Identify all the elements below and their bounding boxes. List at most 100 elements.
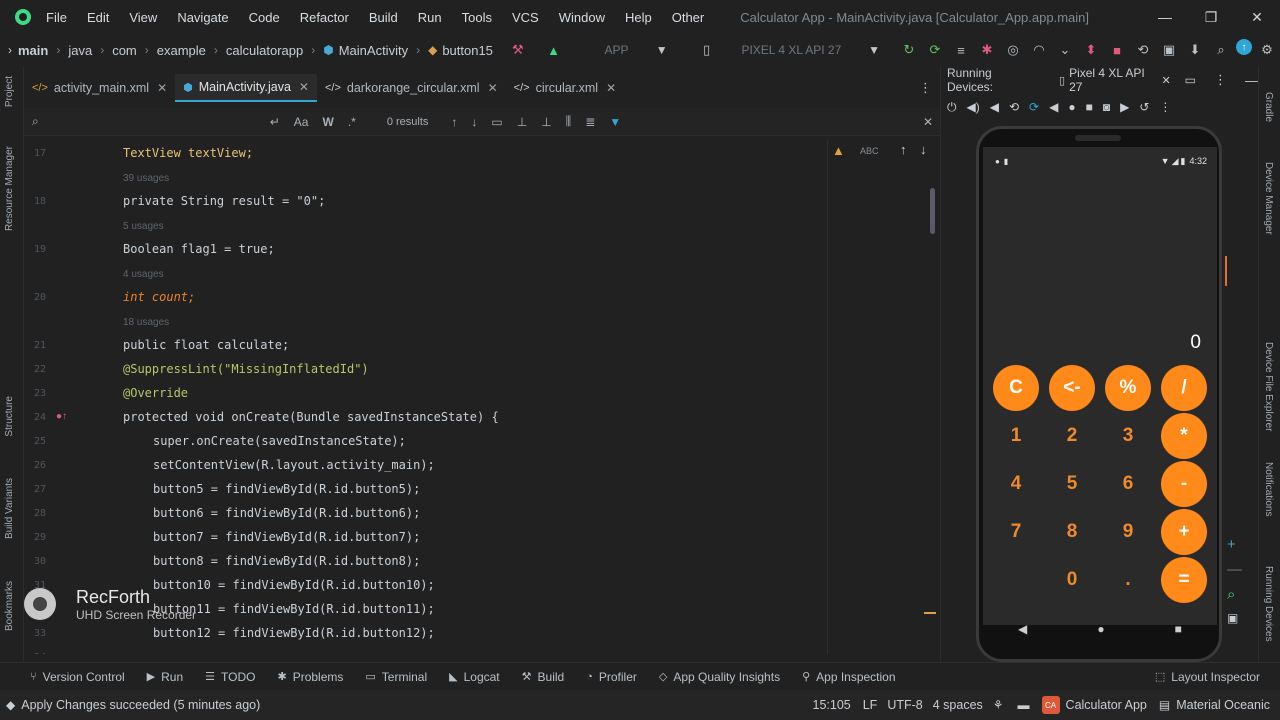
error-stripe-mark[interactable] — [924, 612, 936, 614]
digit-6-button[interactable]: 6 — [1105, 461, 1151, 507]
bookmarks-tool-label[interactable]: Bookmarks — [4, 581, 15, 631]
more-dropdown-icon[interactable]: ⌄ — [1054, 39, 1076, 61]
menu-other[interactable]: Other — [672, 10, 705, 25]
screen-record-icon[interactable]: ▶ — [1120, 100, 1129, 114]
caret-position[interactable]: 15:105 — [813, 698, 851, 712]
volume-up-icon[interactable]: ◀) — [967, 100, 980, 114]
breadcrumb-java[interactable]: java — [68, 43, 92, 58]
zoom-in-icon[interactable]: + — [1227, 536, 1242, 553]
stop-debug-icon[interactable]: ⬍ — [1080, 39, 1102, 61]
menu-vcs[interactable]: VCS — [512, 10, 539, 25]
line-separator[interactable]: LF — [863, 698, 878, 712]
close-find-icon[interactable]: ✕ — [923, 115, 933, 129]
tab-activity-main-xml[interactable]: </> activity_main.xml ✕ — [24, 74, 175, 102]
digit-7-button[interactable]: 7 — [993, 509, 1039, 555]
scroll-indicator[interactable] — [1225, 256, 1227, 286]
decimal-button[interactable]: . — [1105, 557, 1151, 603]
vertical-scrollbar[interactable] — [930, 188, 935, 234]
git-icon[interactable]: ⚘ — [993, 698, 1004, 712]
warning-icon[interactable]: ▲ — [832, 143, 845, 158]
project-name[interactable]: Calculator App — [1066, 698, 1147, 712]
close-icon[interactable]: ✕ — [299, 80, 309, 94]
home-icon[interactable]: ● — [1068, 100, 1075, 114]
clear-button[interactable]: C — [993, 365, 1039, 411]
digit-2-button[interactable]: 2 — [1049, 413, 1095, 459]
search-everywhere-icon[interactable]: ⌕ — [1210, 39, 1232, 61]
notifications-tool-label[interactable]: Notifications — [1263, 462, 1274, 516]
zoom-fit-icon[interactable]: ▣ — [1227, 611, 1242, 625]
digit-8-button[interactable]: 8 — [1049, 509, 1095, 555]
next-highlight-icon[interactable]: ↓ — [920, 142, 927, 157]
menu-tools[interactable]: Tools — [462, 10, 492, 25]
device-tab[interactable]: Pixel 4 XL API 27 — [1069, 66, 1155, 94]
app-inspection-tool[interactable]: ⚲ App Inspection — [802, 670, 895, 684]
remove-occurrence-icon[interactable]: ⊥ — [541, 115, 551, 129]
status-message[interactable]: Apply Changes succeeded (5 minutes ago) — [21, 698, 260, 712]
menu-navigate[interactable]: Navigate — [177, 10, 228, 25]
add-button[interactable]: + — [1161, 509, 1207, 555]
divide-button[interactable]: / — [1161, 365, 1207, 411]
add-occurrence-icon[interactable]: ⊥ — [517, 115, 527, 129]
run-config-select[interactable]: APP ▼ — [567, 38, 676, 62]
nav-recents-icon[interactable]: ■ — [1175, 622, 1182, 636]
resource-manager-tool-label[interactable]: Resource Manager — [4, 146, 15, 231]
device-manager-tool-label[interactable]: Device Manager — [1263, 162, 1274, 235]
menu-edit[interactable]: Edit — [87, 10, 109, 25]
digit-0-button[interactable]: 0 — [1049, 557, 1095, 603]
rotate-right-icon[interactable]: ⟳ — [1029, 100, 1039, 114]
previous-highlight-icon[interactable]: ↑ — [900, 142, 907, 157]
overview-icon[interactable]: ■ — [1086, 100, 1093, 114]
reset-icon[interactable]: ↺ — [1139, 100, 1149, 114]
breadcrumb-button15[interactable]: button15 — [442, 43, 493, 58]
chat-icon[interactable]: ▬ — [1018, 698, 1030, 712]
more-options-icon[interactable]: ⋮ — [919, 80, 932, 96]
volume-down-icon[interactable]: ◀ — [990, 100, 999, 114]
indent-setting[interactable]: 4 spaces — [933, 698, 983, 712]
digit-4-button[interactable]: 4 — [993, 461, 1039, 507]
debug-icon[interactable]: ✱ — [976, 39, 998, 61]
breadcrumb-main[interactable]: main — [18, 43, 48, 58]
app-quality-insights-tool[interactable]: ◇ App Quality Insights — [659, 670, 780, 684]
update-icon[interactable]: ↑ — [1236, 39, 1252, 55]
build-tool[interactable]: ⚒ Build — [522, 670, 565, 684]
nav-back-icon[interactable]: ◀ — [1018, 622, 1027, 636]
whole-words-icon[interactable]: W — [322, 115, 333, 129]
close-icon[interactable]: ✕ — [606, 81, 616, 95]
run-tool[interactable]: ▶ Run — [147, 670, 183, 684]
usage-hint[interactable]: 39 usages — [123, 173, 169, 184]
more-options-icon[interactable]: ⋮ — [1159, 100, 1171, 114]
structure-tool-label[interactable]: Structure — [4, 396, 15, 437]
percent-button[interactable]: % — [1105, 365, 1151, 411]
menu-build[interactable]: Build — [369, 10, 398, 25]
more-options-icon[interactable]: ⋮ — [1214, 72, 1227, 88]
power-icon[interactable]: ⏻ — [947, 100, 957, 115]
device-select[interactable]: PIXEL 4 XL API 27 ▼ — [719, 38, 888, 62]
rerun-icon[interactable]: ↻ — [898, 39, 920, 61]
rotate-left-icon[interactable]: ⟲ — [1009, 100, 1019, 114]
regex-icon[interactable]: .* — [348, 115, 356, 129]
list-icon[interactable]: ≡ — [950, 39, 972, 61]
usage-hint[interactable]: 5 usages — [123, 221, 164, 232]
layout-inspector-tool[interactable]: ⬚ Layout Inspector — [1155, 670, 1260, 684]
usage-hint[interactable]: 18 usages — [123, 317, 169, 328]
close-icon[interactable]: ✕ — [157, 81, 167, 95]
backspace-button[interactable]: <- — [1049, 365, 1095, 411]
digit-9-button[interactable]: 9 — [1105, 509, 1151, 555]
digit-1-button[interactable]: 1 — [993, 413, 1039, 459]
theme-name[interactable]: Material Oceanic — [1176, 698, 1270, 712]
gradle-tool-label[interactable]: Gradle — [1263, 92, 1274, 122]
filter-icon[interactable]: ▼ — [609, 115, 621, 129]
override-gutter-icon[interactable]: ●↑ — [56, 411, 67, 422]
menu-code[interactable]: Code — [249, 10, 280, 25]
build-variants-tool-label[interactable]: Build Variants — [4, 478, 15, 539]
project-tool-label[interactable]: Project — [4, 76, 15, 107]
search-input[interactable] — [53, 114, 254, 129]
stop-icon[interactable]: ■ — [1106, 39, 1128, 61]
tab-mainactivity-java[interactable]: ⬢ MainActivity.java ✕ — [175, 74, 317, 102]
problems-tool[interactable]: ✱ Problems — [277, 670, 343, 684]
multiline-icon[interactable]: ⫼ — [566, 114, 572, 129]
match-case-icon[interactable]: Aa — [294, 115, 309, 129]
tab-darkorange-circular-xml[interactable]: </> darkorange_circular.xml ✕ — [317, 74, 506, 102]
menu-help[interactable]: Help — [625, 10, 652, 25]
avd-icon[interactable]: ▣ — [1158, 39, 1180, 61]
